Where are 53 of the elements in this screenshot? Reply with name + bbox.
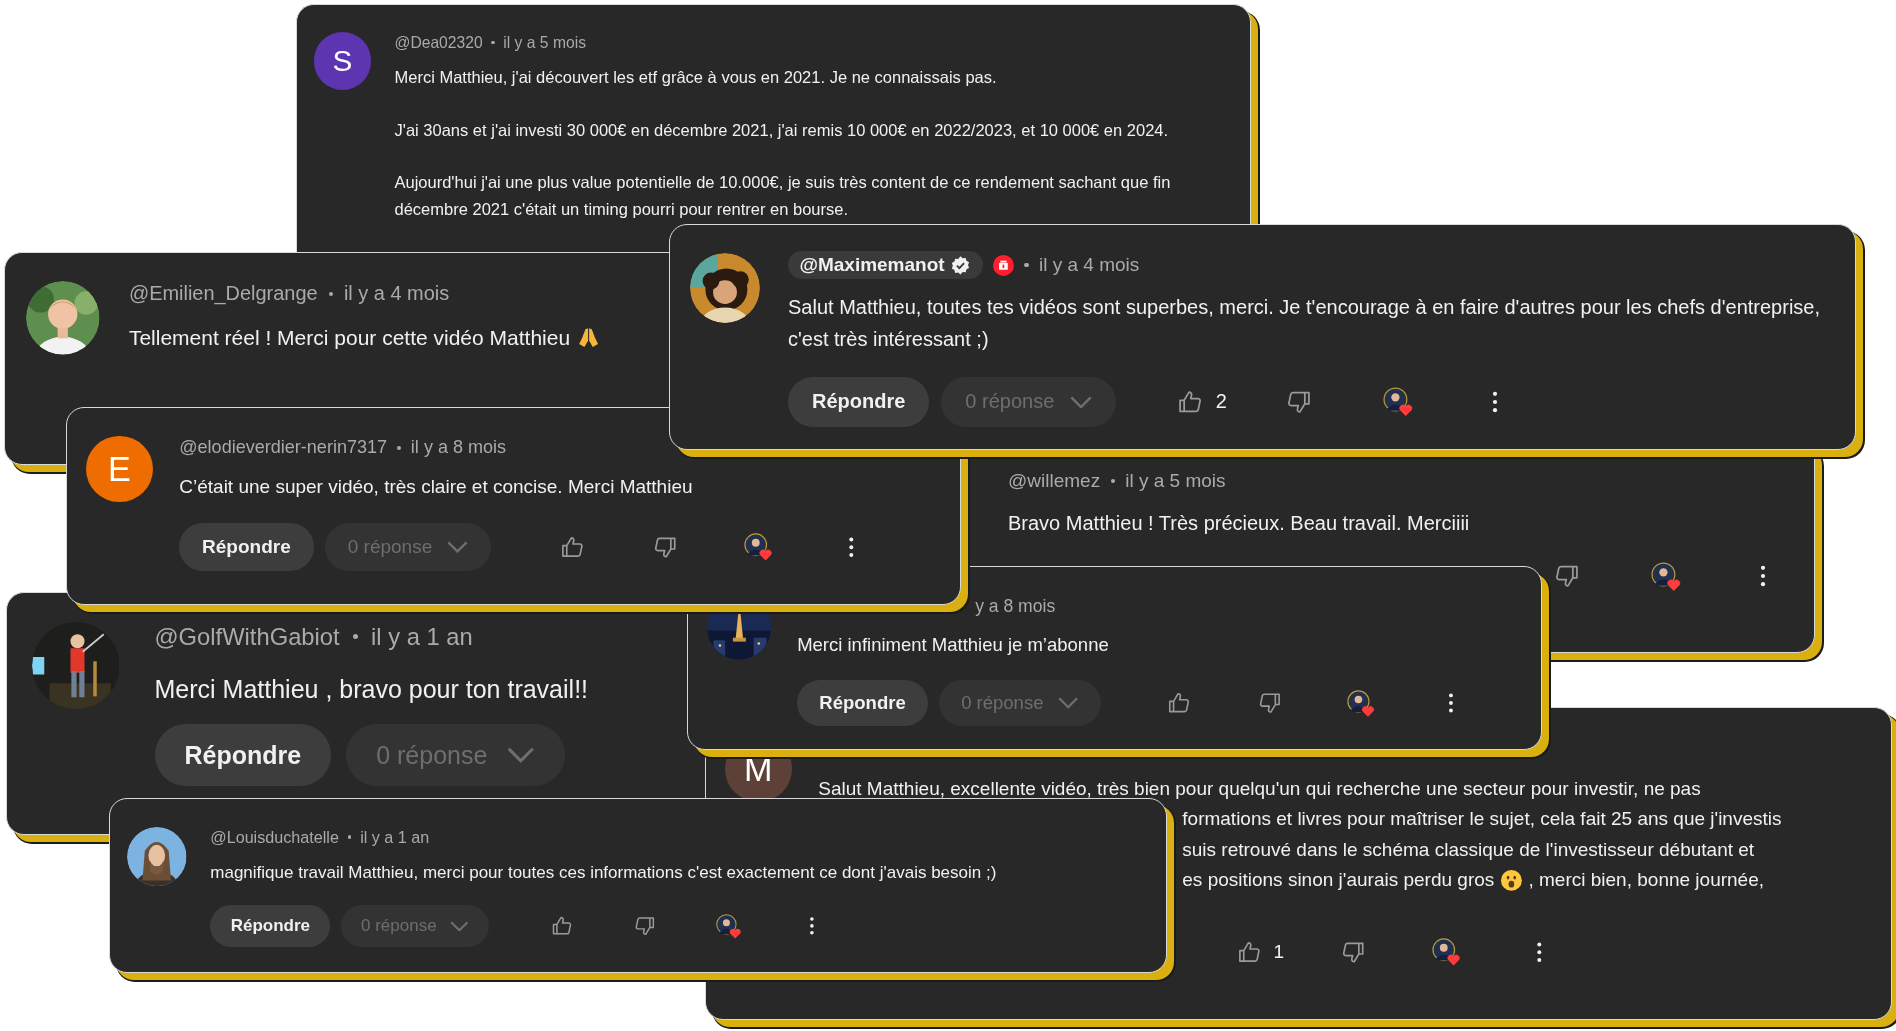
comment-text: formations et livres pour maîtriser le sujet, cela fait 25 ans que j'investis (1182, 807, 1782, 832)
avatar: E (86, 435, 153, 503)
separator-dot (396, 445, 401, 450)
reply-button[interactable]: Répondre (179, 523, 314, 571)
username[interactable]: @elodieverdier-nerin7317 (179, 437, 388, 459)
comment-time: il y a 8 mois (410, 437, 507, 459)
comment-text: Bravo Matthieu ! Très précieux. Beau travail. Merciiii (1008, 510, 1471, 536)
comment-time: il y a 5 mois (503, 33, 586, 52)
comment-time: il y a 1 an (360, 827, 430, 847)
username: @Maximemanot (799, 254, 945, 277)
like-count: 2 (1215, 390, 1227, 414)
caret-icon (450, 920, 469, 932)
separator-dot (347, 835, 352, 839)
comment-text: suis retrouvé dans le schéma classique de l'investisseur débutant et (1182, 837, 1755, 862)
comment-text: Aujourd'hui j'ai une plus value potentielle de 10.000€, je suis très content de ce rendement sachant que fin décembre 2021 c'était un timing pourri pour rentrer en bourse. (394, 172, 1172, 220)
comment-text: J'ai 30ans et j'ai investi 30 000€ en décembre 2021, j'ai remis 10 000€ en 2022/2023, et 10 000€ en 2024. (394, 119, 1170, 141)
comment-text: Merci Matthieu , bravo pour ton travail!! (154, 673, 590, 705)
caret-icon (1070, 395, 1093, 409)
comment-text: C’était une super vidéo, très claire et concise. Merci Matthieu (179, 474, 694, 499)
avatar: S (313, 32, 372, 91)
caret-icon (447, 541, 469, 553)
username[interactable]: @Louisduchatelle (210, 827, 339, 847)
separator-dot (328, 291, 333, 297)
like-count: 1 (1273, 941, 1285, 964)
comment-time: il y a 1 an (371, 622, 473, 651)
comment-text: es positions sinon j'aurais perdu gros (1182, 868, 1495, 893)
caret-icon (1058, 697, 1079, 709)
username[interactable]: @Dea02320 (394, 33, 483, 52)
comment-text: Merci Matthieu, j'ai découvert les etf grâce à vous en 2021. Je ne connaissais pas. (394, 66, 998, 88)
comment-text: Tellement réel ! Merci pour cette vidéo Matthieu (128, 324, 571, 351)
reply-button[interactable]: Répondre (210, 904, 331, 948)
comment-text: Salut Matthieu, excellente vidéo, très bien pour quelqu'un qui recherche une secteur pour investir, ne pas (818, 776, 1701, 801)
username[interactable]: @GolfWithGabiot (154, 622, 340, 651)
reply-button[interactable]: Répondre (797, 679, 928, 727)
username-chip[interactable]: @Maximemanot (788, 251, 983, 280)
surprised-emoji-icon (1500, 868, 1523, 892)
separator-dot (1110, 479, 1115, 484)
comment-time: il y a 4 mois (1038, 254, 1140, 277)
comment-time: y a 8 mois (975, 595, 1056, 617)
username[interactable]: @willemez (1008, 470, 1101, 493)
separator-dot (1024, 263, 1029, 268)
username[interactable]: @Emilien_Delgrange (128, 282, 318, 306)
reply-button[interactable]: Répondre (154, 723, 332, 787)
reply-button[interactable]: Répondre (788, 376, 930, 427)
caret-icon (507, 747, 535, 763)
comment-time: il y a 5 mois (1125, 470, 1226, 493)
separator-dot (352, 634, 358, 640)
comment-time: il y a 4 mois (343, 282, 450, 306)
comment-text: , merci bien, bonne journée, (1528, 868, 1765, 893)
comment-text: magnifique travail Matthieu, merci pour toutes ces informations c'est exactement ce dont j'avais besoin ;) (210, 861, 998, 884)
separator-dot (491, 41, 495, 45)
comment-text: Salut Matthieu, toutes tes vidéos sont superbes, merci. Je t'encourage à en faire d'autres pour les chefs d'entreprise, c'est très intéressant ;) (788, 294, 1822, 352)
comment-text: Merci infiniment Matthieu je m’abonne (797, 632, 1110, 657)
